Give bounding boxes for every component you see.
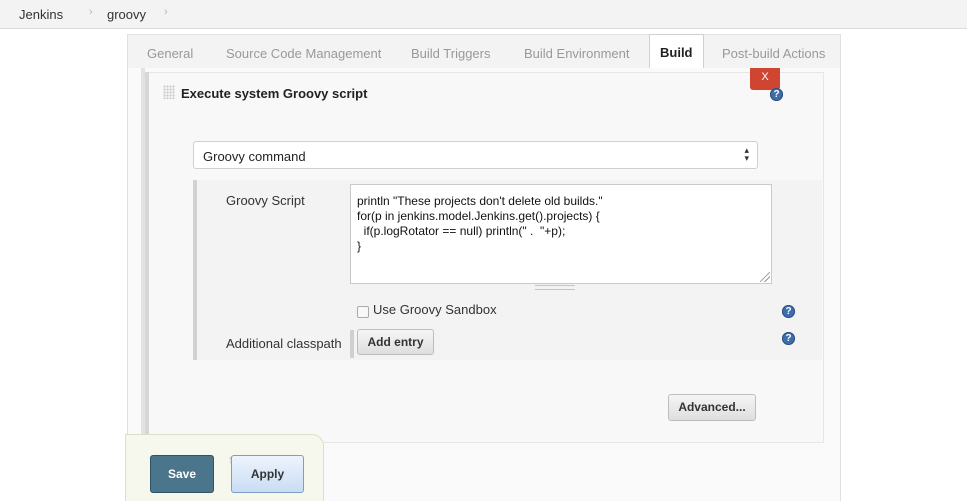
groovy-script-textarea[interactable]: println "These projects don't delete old… bbox=[350, 184, 772, 284]
step-title: Execute system Groovy script bbox=[181, 86, 368, 101]
groovy-script-label: Groovy Script bbox=[226, 193, 305, 208]
resize-grip-icon[interactable] bbox=[760, 272, 770, 282]
groovy-sandbox-checkbox[interactable] bbox=[357, 306, 369, 318]
tab-build-environment[interactable]: Build Environment bbox=[524, 46, 630, 61]
tab-post-build-actions[interactable]: Post-build Actions bbox=[722, 46, 825, 61]
tab-general[interactable]: General bbox=[147, 46, 193, 61]
breadcrumb-jenkins[interactable]: Jenkins bbox=[19, 7, 63, 22]
breadcrumb-groovy[interactable]: groovy bbox=[107, 7, 146, 22]
advanced-button[interactable]: Advanced... bbox=[668, 394, 756, 421]
breadcrumb: Jenkins › groovy › bbox=[0, 0, 967, 29]
delete-step-button[interactable]: X bbox=[750, 68, 780, 90]
select-arrows-icon: ▴ ▾ bbox=[744, 145, 749, 163]
tab-build-triggers[interactable]: Build Triggers bbox=[411, 46, 490, 61]
config-tab-bar: General Source Code Management Build Tri… bbox=[127, 34, 841, 70]
help-icon[interactable]: ? bbox=[782, 305, 795, 318]
help-icon[interactable]: ? bbox=[782, 332, 795, 345]
tab-build[interactable]: Build bbox=[649, 34, 704, 70]
add-entry-button[interactable]: Add entry bbox=[357, 329, 434, 355]
breadcrumb-separator-icon[interactable]: › bbox=[164, 6, 168, 18]
save-button[interactable]: Save bbox=[150, 455, 214, 493]
step-left-bar bbox=[145, 72, 149, 443]
drag-handle-icon[interactable] bbox=[163, 85, 175, 99]
breadcrumb-separator-icon[interactable]: › bbox=[89, 6, 93, 18]
classpath-divider bbox=[350, 330, 354, 358]
textarea-resize-bar[interactable] bbox=[535, 285, 575, 290]
additional-classpath-label: Additional classpath bbox=[226, 336, 342, 351]
groovy-mode-select[interactable]: Groovy command ▴ ▾ bbox=[193, 141, 758, 169]
apply-button[interactable]: Apply bbox=[231, 455, 304, 493]
tab-source-code-management[interactable]: Source Code Management bbox=[226, 46, 381, 61]
groovy-sandbox-label[interactable]: Use Groovy Sandbox bbox=[373, 302, 497, 317]
panel-left-bar bbox=[193, 180, 197, 360]
help-icon[interactable]: ? bbox=[770, 88, 783, 101]
select-value: Groovy command bbox=[203, 149, 306, 164]
